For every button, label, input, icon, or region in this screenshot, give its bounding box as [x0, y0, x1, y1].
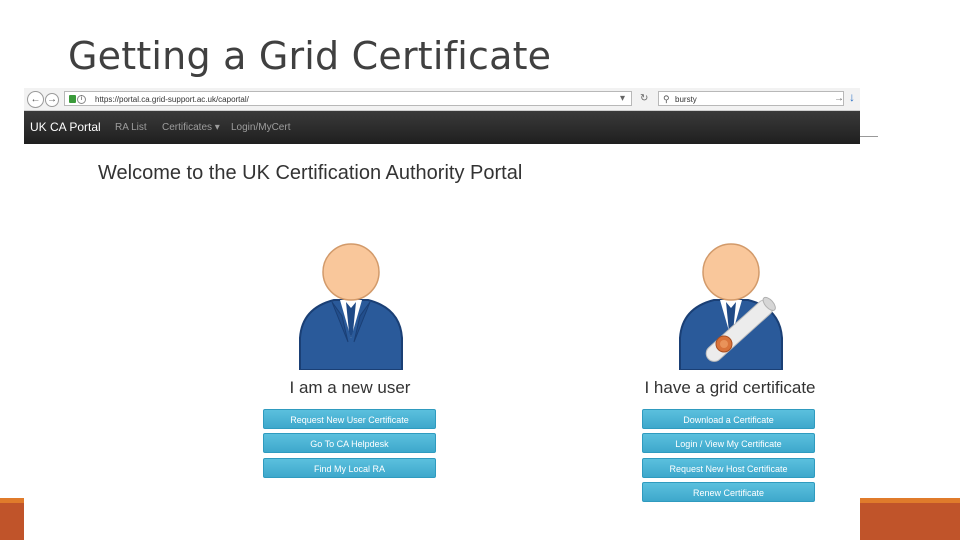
dropdown-icon[interactable]: ▾	[620, 91, 625, 106]
forward-icon[interactable]: →	[45, 93, 59, 107]
back-icon[interactable]: ←	[27, 91, 44, 108]
new-user-heading: I am a new user	[289, 378, 411, 397]
download-certificate-button[interactable]: Download a Certificate	[642, 409, 815, 429]
brand-link[interactable]: UK CA Portal	[30, 111, 101, 144]
browser-toolbar: ← → i https://portal.ca.grid-support.ac.…	[24, 88, 860, 111]
divider	[860, 136, 878, 137]
screenshot: ← → i https://portal.ca.grid-support.ac.…	[24, 88, 860, 540]
search-input[interactable]: ⚲ bursty	[658, 91, 844, 106]
site-navbar: UK CA Portal RA List Certificates ▾ Logi…	[24, 111, 860, 144]
find-local-ra-button[interactable]: Find My Local RA	[263, 458, 436, 478]
lock-icon	[69, 95, 76, 103]
go-arrow-icon[interactable]: →	[834, 91, 844, 106]
new-user-icon	[299, 243, 403, 370]
have-cert-heading: I have a grid certificate	[644, 378, 816, 397]
url-text: https://portal.ca.grid-support.ac.uk/cap…	[95, 95, 249, 104]
certificate-user-icon	[679, 243, 783, 370]
reload-icon[interactable]: ↻	[640, 91, 648, 106]
slide-title: Getting a Grid Certificate	[68, 34, 552, 78]
info-icon: i	[77, 95, 86, 104]
nav-login-mycert[interactable]: Login/MyCert	[231, 111, 290, 144]
nav-certificates[interactable]: Certificates ▾	[162, 111, 220, 144]
renew-certificate-button[interactable]: Renew Certificate	[642, 482, 815, 502]
nav-ra-list[interactable]: RA List	[115, 111, 147, 144]
welcome-heading: Welcome to the UK Certification Authorit…	[98, 162, 523, 184]
request-new-user-certificate-button[interactable]: Request New User Certificate	[263, 409, 436, 429]
go-to-ca-helpdesk-button[interactable]: Go To CA Helpdesk	[263, 433, 436, 453]
login-view-certificate-button[interactable]: Login / View My Certificate	[642, 433, 815, 453]
search-text: bursty	[675, 95, 697, 104]
search-icon: ⚲	[663, 94, 670, 104]
download-icon[interactable]: ↓	[849, 90, 855, 104]
request-host-certificate-button[interactable]: Request New Host Certificate	[642, 458, 815, 478]
url-bar[interactable]: i https://portal.ca.grid-support.ac.uk/c…	[64, 91, 632, 106]
